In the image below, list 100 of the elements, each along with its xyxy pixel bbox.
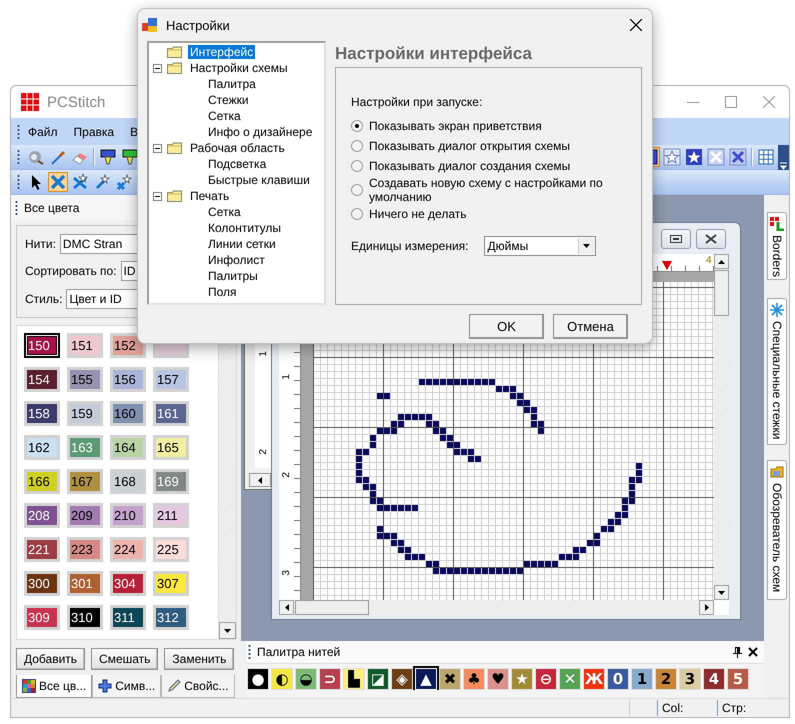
radio-button[interactable] [351,140,363,152]
color-swatch[interactable]: 169 [153,469,189,494]
close-icon[interactable] [748,647,758,657]
symbol-swatch[interactable]: 2 [655,668,677,690]
panel-tab[interactable]: Симв... [92,675,162,698]
side-tab[interactable]: Специальные стежки [767,298,787,445]
tree-item[interactable]: Печать [188,189,232,203]
collapse-icon[interactable] [153,192,162,200]
color-swatch[interactable]: 304 [110,571,146,596]
radio-button[interactable] [351,208,363,220]
action-button[interactable]: Заменить [164,648,234,670]
tree-item[interactable]: Настройки схемы [188,61,290,75]
tree-item[interactable]: Интерфейс [188,45,256,59]
color-swatch[interactable]: 165 [153,435,189,460]
tree-item[interactable]: Поля [206,285,239,299]
symbol-swatch[interactable]: 5 [727,668,749,690]
toolbar-overflow-button[interactable] [778,144,789,170]
star-tool-button[interactable] [684,147,704,167]
color-swatch[interactable]: 151 [67,333,103,358]
tree-item[interactable]: Сетка [206,109,243,123]
collapse-icon[interactable] [153,64,162,72]
color-swatch[interactable]: 164 [110,435,146,460]
symbol-swatch[interactable]: ♣ [463,668,485,690]
radio-label[interactable]: Ничего не делать [369,207,466,221]
tree-item[interactable]: Инфо о дизайнере [206,125,314,139]
color-swatch[interactable]: 310 [67,605,103,630]
color-swatch[interactable]: 168 [110,469,146,494]
marker-tool-button[interactable] [120,147,140,167]
tree-item[interactable]: Линии сетки [206,237,278,251]
radio-label[interactable]: Показывать экран приветствия [369,119,542,133]
radio-button[interactable] [351,160,363,172]
side-tab[interactable]: Обозреватель схем [767,460,787,600]
color-swatch[interactable]: 160 [110,401,146,426]
radio-button[interactable] [351,184,363,196]
color-swatch[interactable]: 157 [153,367,189,392]
tree-item[interactable]: Инфолист [206,253,267,267]
symbol-swatch[interactable]: 4 [703,668,725,690]
symbol-swatch[interactable]: ▲ [415,668,437,690]
cross-tool-button[interactable] [728,147,748,167]
cross-star-tool-button[interactable] [114,172,134,192]
marker-tool-button[interactable] [98,147,118,167]
symbol-swatch[interactable]: ⊃ [319,668,341,690]
menu-item[interactable]: Правка [66,122,122,142]
symbol-swatch[interactable]: ✖ [439,668,461,690]
radio-button[interactable] [351,120,363,132]
scroll-right-button[interactable] [699,600,714,615]
grid-tool-button[interactable] [756,147,776,167]
tree-item[interactable]: Стежки [206,93,251,107]
symbol-swatch[interactable]: 3 [679,668,701,690]
symbol-swatch[interactable]: Ж [583,668,605,690]
color-swatch[interactable]: 159 [67,401,103,426]
collapse-icon[interactable] [153,144,162,152]
cross-star-tool-button[interactable] [70,172,90,192]
scrollbar[interactable] [279,600,714,615]
symbol-swatch[interactable]: ◒ [295,668,317,690]
side-tab[interactable]: Borders [767,212,787,280]
tree-item[interactable]: Палитры [206,269,260,283]
color-swatch[interactable]: 209 [67,503,103,528]
color-swatch[interactable]: 224 [110,537,146,562]
color-swatch[interactable]: 300 [24,571,60,596]
symbol-swatch[interactable]: ◐ [271,668,293,690]
color-swatch[interactable]: 167 [67,469,103,494]
symbol-swatch[interactable]: ⊖ [535,668,557,690]
dialog-button[interactable]: OK [469,314,544,339]
scroll-left-button[interactable] [249,473,271,487]
units-dropdown[interactable]: Дюймы [484,236,596,256]
symbol-swatch[interactable]: ◈ [391,668,413,690]
panel-tab[interactable]: Все цв... [16,675,92,698]
color-swatch[interactable]: 210 [110,503,146,528]
tree-item[interactable]: Быстрые клавиши [206,173,312,187]
panel-tab[interactable]: Свойс... [161,675,235,698]
color-swatch[interactable]: 311 [110,605,146,630]
symbol-swatch[interactable]: 1 [631,668,653,690]
dialog-button[interactable]: Отмена [553,314,628,339]
tree-item[interactable]: Подсветка [206,157,268,171]
close-button[interactable] [630,19,642,31]
scroll-left-button[interactable] [279,600,294,615]
color-swatch[interactable]: 211 [153,503,189,528]
scroll-down-button[interactable] [219,622,236,639]
radio-label[interactable]: Показывать диалог создания схемы [369,159,570,173]
symbol-swatch[interactable]: ● [247,668,269,690]
close-button[interactable] [696,228,726,248]
tree-item[interactable]: Рабочая область [188,141,287,155]
star-tool-button[interactable] [662,147,682,167]
scrollbar[interactable] [714,254,729,600]
symbol-swatch[interactable]: ◪ [367,668,389,690]
color-swatch[interactable]: 161 [153,401,189,426]
color-swatch[interactable]: 312 [153,605,189,630]
scroll-thumb[interactable] [714,270,729,316]
pin-icon[interactable] [733,646,742,658]
color-swatch[interactable]: 158 [24,401,60,426]
menu-item[interactable]: Файл [20,122,66,142]
tree-item[interactable]: Палитра [206,77,258,91]
maximize-icon[interactable] [725,96,737,108]
symbol-swatch[interactable]: ♥ [487,668,509,690]
action-button[interactable]: Добавить [16,648,86,670]
color-swatch[interactable]: 155 [67,367,103,392]
color-swatch[interactable]: 166 [24,469,60,494]
color-swatch[interactable]: 225 [153,537,189,562]
scroll-up-button[interactable] [714,254,729,269]
